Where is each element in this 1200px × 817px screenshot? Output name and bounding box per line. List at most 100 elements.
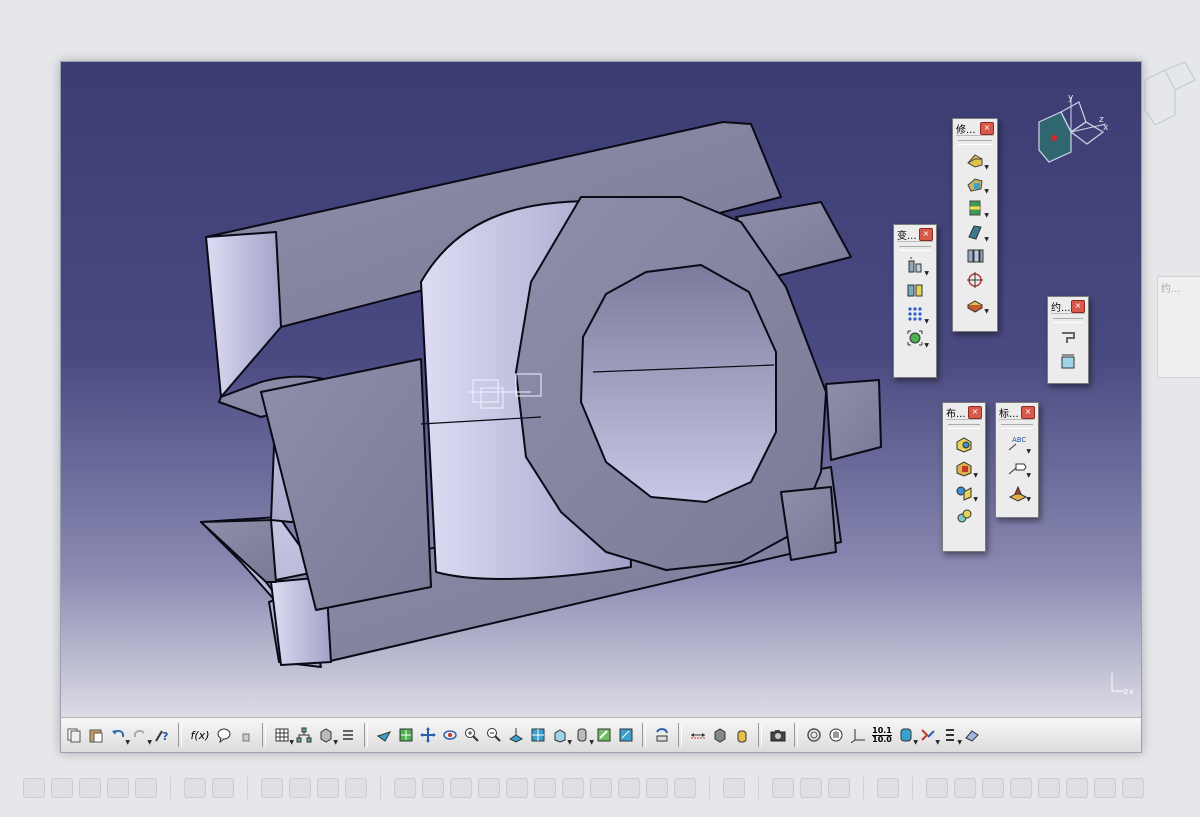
- ghost-toolbar: [0, 768, 1200, 808]
- scale-value-icon[interactable]: 10.1 10.0: [870, 724, 894, 746]
- normal-view-icon[interactable]: [506, 724, 526, 746]
- palette-annotate-titlebar[interactable]: 标... ×: [999, 405, 1035, 420]
- generative-icon[interactable]: ▼: [918, 724, 940, 746]
- scale-value-top: 10.1: [872, 725, 892, 735]
- hand-icon[interactable]: [826, 724, 846, 746]
- close-icon[interactable]: ×: [919, 227, 933, 241]
- palette-layout-titlebar[interactable]: 布... ×: [946, 405, 982, 420]
- multi-instance-icon[interactable]: ▼: [950, 481, 978, 503]
- target-icon[interactable]: [961, 269, 989, 291]
- list-icon[interactable]: [338, 724, 358, 746]
- close-icon[interactable]: ×: [968, 405, 982, 419]
- options-icon[interactable]: ▼: [940, 724, 962, 746]
- scale-icon[interactable]: ▼: [961, 173, 989, 195]
- fix-icon[interactable]: [1054, 351, 1082, 373]
- flag-note-icon[interactable]: ▼: [1003, 457, 1031, 479]
- scale-value-bottom: 10.0: [872, 734, 892, 744]
- palette-transform-titlebar[interactable]: 变... ×: [897, 227, 933, 242]
- snap-icon[interactable]: ▼: [901, 327, 929, 349]
- pattern-icon[interactable]: [961, 245, 989, 267]
- main-toolbar: ▼ ▼ ? f(x) ▼ ▼ ▼ ▼ 10.1 10.0 ▼ ▼ ▼: [61, 717, 1141, 752]
- zoom-in-icon[interactable]: [462, 724, 482, 746]
- rotate-icon[interactable]: ▼: [961, 149, 989, 171]
- text-icon[interactable]: ABC ▼: [1003, 433, 1031, 455]
- axis-triad-icon: z x: [1106, 667, 1136, 701]
- formula-label: f(x): [190, 728, 210, 742]
- ghost-palette-constraint: 约...: [1157, 276, 1200, 378]
- palette-grip[interactable]: [899, 246, 931, 251]
- eraser-icon[interactable]: [962, 724, 982, 746]
- fit-all-icon[interactable]: [396, 724, 416, 746]
- pad-icon[interactable]: ▼: [961, 293, 989, 315]
- capture-icon[interactable]: [768, 724, 788, 746]
- rotate-part-icon[interactable]: [901, 279, 929, 301]
- palette-annotate[interactable]: 标... × ABC ▼ ▼ ▼: [995, 402, 1039, 518]
- ghost-compass-icon: [1140, 60, 1200, 134]
- tree-icon[interactable]: [294, 724, 314, 746]
- palette-transform-title: 变...: [897, 230, 917, 242]
- palette-constraint-titlebar[interactable]: 约... ×: [1051, 299, 1085, 314]
- measure-item-icon[interactable]: [710, 724, 730, 746]
- lock-icon[interactable]: [236, 724, 256, 746]
- palette-grip[interactable]: [1053, 318, 1083, 323]
- axis-x-label: x: [1129, 687, 1134, 696]
- close-icon[interactable]: ×: [1071, 299, 1085, 313]
- update-icon[interactable]: [652, 724, 672, 746]
- weld-icon[interactable]: ▼: [1003, 481, 1031, 503]
- zoom-out-icon[interactable]: [484, 724, 504, 746]
- svg-text:?: ?: [162, 730, 168, 743]
- spiral-icon[interactable]: [804, 724, 824, 746]
- svg-text:ABC: ABC: [1012, 436, 1026, 444]
- comment-icon[interactable]: [214, 724, 234, 746]
- palette-constraint[interactable]: 约... ×: [1047, 296, 1089, 384]
- paste-icon[interactable]: [86, 724, 106, 746]
- palette-layout-title: 布...: [946, 408, 966, 420]
- measure-between-icon[interactable]: [688, 724, 708, 746]
- palette-grip[interactable]: [948, 424, 980, 429]
- assemble-icon[interactable]: [950, 433, 978, 455]
- iso-view-icon[interactable]: ▼: [550, 724, 572, 746]
- copy-icon[interactable]: [64, 724, 84, 746]
- compass-x-label: x: [1103, 123, 1109, 133]
- palette-transform[interactable]: 变... × ▼ ▼ ▼: [893, 224, 937, 378]
- catalog-icon[interactable]: ▼: [316, 724, 338, 746]
- coincidence-icon[interactable]: [1054, 327, 1082, 349]
- undo-icon[interactable]: ▼: [108, 724, 130, 746]
- palette-layout[interactable]: 布... × ▼ ▼: [942, 402, 986, 552]
- compass-widget[interactable]: y z x: [1031, 92, 1111, 176]
- table-icon[interactable]: ▼: [272, 724, 294, 746]
- palette-grip[interactable]: [1001, 424, 1033, 429]
- ghost-palette-title: 约...: [1161, 284, 1181, 295]
- toolbar-separator: [262, 723, 266, 747]
- help-icon[interactable]: ?: [152, 724, 172, 746]
- close-icon[interactable]: ×: [980, 121, 994, 135]
- palette-constraint-title: 约...: [1051, 302, 1071, 314]
- hide-show-icon[interactable]: [594, 724, 614, 746]
- translate-icon[interactable]: ▼: [901, 255, 929, 277]
- shading-icon[interactable]: ▼: [572, 724, 594, 746]
- rotate-view-icon[interactable]: [440, 724, 460, 746]
- measure-inertia-icon[interactable]: [732, 724, 752, 746]
- toolbar-separator: [794, 723, 798, 747]
- redo-icon[interactable]: ▼: [130, 724, 152, 746]
- join-icon[interactable]: [950, 505, 978, 527]
- database-icon[interactable]: ▼: [896, 724, 918, 746]
- close-icon[interactable]: ×: [1021, 405, 1035, 419]
- axis-icon[interactable]: [848, 724, 868, 746]
- toolbar-separator: [178, 723, 182, 747]
- 3d-viewport[interactable]: y z x z x 修... × ▼ ▼ ▼ ▼ ▼ 变... × ▼ ▼ ▼ …: [61, 62, 1141, 717]
- palette-modify[interactable]: 修... × ▼ ▼ ▼ ▼ ▼: [952, 118, 998, 332]
- multi-view-icon[interactable]: [528, 724, 548, 746]
- pan-icon[interactable]: [418, 724, 438, 746]
- palette-grip[interactable]: [958, 140, 992, 145]
- formula-icon[interactable]: f(x): [188, 724, 212, 746]
- toolbar-separator: [758, 723, 762, 747]
- replace-icon[interactable]: ▼: [950, 457, 978, 479]
- mirror-icon[interactable]: ▼: [961, 221, 989, 243]
- palette-modify-titlebar[interactable]: 修... ×: [956, 121, 994, 136]
- axis-z-label: z: [1124, 687, 1128, 696]
- fly-mode-icon[interactable]: [374, 724, 394, 746]
- flip-icon[interactable]: ▼: [961, 197, 989, 219]
- grid-pattern-icon[interactable]: ▼: [901, 303, 929, 325]
- swap-space-icon[interactable]: [616, 724, 636, 746]
